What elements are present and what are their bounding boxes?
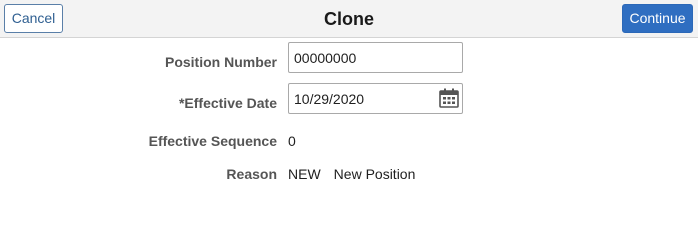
continue-button[interactable]: Continue bbox=[622, 4, 693, 33]
reason-value: NEW New Position bbox=[288, 162, 415, 186]
position-number-label: Position Number bbox=[164, 54, 277, 70]
effective-date-label: *Effective Date bbox=[178, 95, 277, 111]
reason-description: New Position bbox=[333, 166, 416, 182]
effective-date-input[interactable] bbox=[288, 83, 463, 114]
reason-label: Reason bbox=[226, 166, 277, 182]
reason-code: NEW bbox=[288, 166, 321, 182]
position-number-input[interactable] bbox=[288, 42, 463, 73]
position-number-row: Position Number bbox=[0, 42, 698, 74]
effective-sequence-label: Effective Sequence bbox=[148, 133, 277, 149]
page-title: Clone bbox=[323, 9, 374, 29]
effective-sequence-row: Effective Sequence 0 bbox=[0, 129, 698, 153]
page-header: Cancel Clone Continue bbox=[0, 0, 698, 38]
calendar-icon[interactable] bbox=[438, 87, 460, 109]
reason-row: Reason NEW New Position bbox=[0, 162, 698, 186]
effective-sequence-value: 0 bbox=[288, 133, 296, 149]
effective-date-row: *Effective Date bbox=[0, 83, 698, 115]
